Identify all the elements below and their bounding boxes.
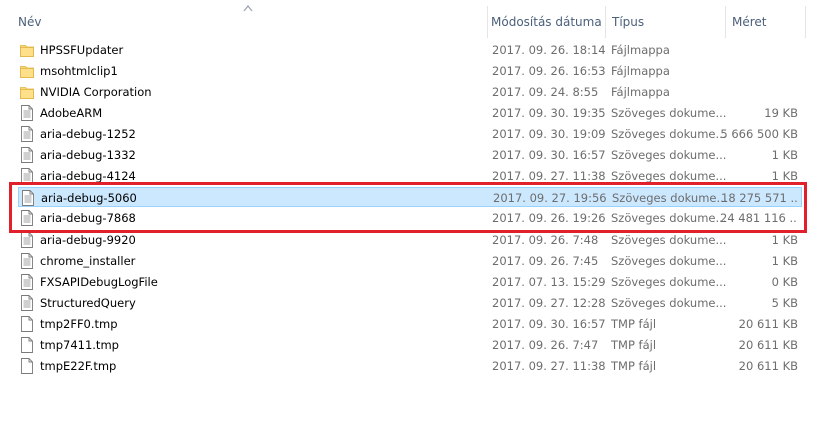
column-header-type-label: Típus xyxy=(612,15,645,29)
file-type: Szöveges dokume... xyxy=(611,233,726,247)
column-header-type[interactable]: Típus xyxy=(605,0,725,38)
column-header-size-label: Méret xyxy=(732,15,767,29)
file-type: Szöveges dokume... xyxy=(611,127,726,141)
blank-file-icon xyxy=(20,316,34,332)
column-header-bar: Név Módosítás dátuma Típus Méret xyxy=(0,0,820,38)
file-size: 20 611 KB xyxy=(738,338,798,352)
file-type: Szöveges dokume... xyxy=(611,148,726,162)
file-type: TMP fájl xyxy=(611,359,657,373)
folder-icon xyxy=(20,63,34,79)
file-row[interactable]: FXSAPIDebugLogFile 2017. 07. 13. 15:29 Szö… xyxy=(18,272,802,292)
file-modified-date: 2017. 09. 26. 7:48 xyxy=(492,233,599,247)
file-size: 1 KB xyxy=(771,233,798,247)
file-size xyxy=(720,40,798,60)
file-modified-date: 2017. 09. 26. 7:47 xyxy=(492,338,599,352)
file-row[interactable]: msohtmlclip1 2017. 09. 26. 16:53 Fájlmappa xyxy=(18,61,802,81)
column-divider[interactable] xyxy=(805,6,806,38)
text-file-icon xyxy=(20,126,34,142)
file-modified-date: 2017. 09. 26. 7:45 xyxy=(492,254,599,268)
file-type: Fájlmappa xyxy=(611,85,670,99)
text-file-icon xyxy=(20,105,34,121)
file-name: AdobeARM xyxy=(40,106,103,120)
file-row[interactable]: chrome_installer 2017. 09. 26. 7:45 Szöveg… xyxy=(18,251,802,271)
file-name: NVIDIA Corporation xyxy=(40,85,152,99)
file-size: 0 KB xyxy=(771,275,798,289)
file-type: Szöveges dokume... xyxy=(611,275,726,289)
annotation-highlight-box xyxy=(9,182,807,233)
file-name: tmp7411.tmp xyxy=(40,338,119,352)
file-size: 1 KB xyxy=(771,254,798,268)
file-modified-date: 2017. 09. 27. 11:38 xyxy=(492,359,606,373)
file-name: chrome_installer xyxy=(40,254,136,268)
file-modified-date: 2017. 09. 24. 8:55 xyxy=(492,85,599,99)
file-modified-date: 2017. 09. 30. 19:35 xyxy=(492,106,606,120)
file-type: TMP fájl xyxy=(611,317,657,331)
file-size: 5 KB xyxy=(771,296,798,310)
file-type: Fájlmappa xyxy=(611,43,670,57)
file-size: 20 611 KB xyxy=(738,359,798,373)
column-header-modified-label: Módosítás dátuma xyxy=(491,15,602,29)
file-name: aria-debug-1332 xyxy=(40,148,136,162)
file-name: HPSSFUpdater xyxy=(40,43,124,57)
file-row[interactable]: StructuredQuery 2017. 09. 27. 12:28 Szöveg… xyxy=(18,293,802,313)
file-modified-date: 2017. 09. 26. 18:14 xyxy=(492,43,606,57)
file-name: aria-debug-9920 xyxy=(40,233,136,247)
column-header-size[interactable]: Méret xyxy=(725,0,805,38)
file-name: aria-debug-1252 xyxy=(40,127,136,141)
sort-ascending-icon xyxy=(243,5,253,12)
file-type: Szöveges dokume... xyxy=(611,106,726,120)
file-type: Fájlmappa xyxy=(611,64,670,78)
file-modified-date: 2017. 09. 30. 16:57 xyxy=(492,148,606,162)
file-name: FXSAPIDebugLogFile xyxy=(40,275,158,289)
file-row[interactable]: HPSSFUpdater 2017. 09. 26. 18:14 Fájlmappa xyxy=(18,40,802,60)
folder-icon xyxy=(20,84,34,100)
file-name: tmp2FF0.tmp xyxy=(40,317,118,331)
text-file-icon xyxy=(20,253,34,269)
file-size: 19 KB xyxy=(764,106,798,120)
column-header-name-label: Név xyxy=(18,15,42,29)
text-file-icon xyxy=(20,232,34,248)
text-file-icon xyxy=(20,147,34,163)
file-size xyxy=(720,82,798,102)
file-size: 20 611 KB xyxy=(738,317,798,331)
text-file-icon xyxy=(20,274,34,290)
file-size xyxy=(720,61,798,81)
file-name: tmpE22F.tmp xyxy=(40,359,117,373)
file-row[interactable]: aria-debug-1252 2017. 09. 30. 19:09 Szöveg… xyxy=(18,124,802,144)
folder-icon xyxy=(20,42,34,58)
text-file-icon xyxy=(20,295,34,311)
file-type: TMP fájl xyxy=(611,338,657,352)
file-size: 1 KB xyxy=(771,148,798,162)
column-header-modified[interactable]: Módosítás dátuma xyxy=(484,0,605,38)
file-name: StructuredQuery xyxy=(40,296,136,310)
file-row[interactable]: tmpE22F.tmp 2017. 09. 27. 11:38 TMP fájl 20… xyxy=(18,356,802,376)
file-modified-date: 2017. 07. 13. 15:29 xyxy=(492,275,606,289)
file-type: Szöveges dokume... xyxy=(611,296,726,310)
file-modified-date: 2017. 09. 30. 16:57 xyxy=(492,317,606,331)
file-name: msohtmlclip1 xyxy=(40,64,118,78)
file-modified-date: 2017. 09. 30. 19:09 xyxy=(492,127,606,141)
file-row[interactable]: tmp7411.tmp 2017. 09. 26. 7:47 TMP fájl 20 … xyxy=(18,335,802,355)
file-row[interactable]: tmp2FF0.tmp 2017. 09. 30. 16:57 TMP fájl 20… xyxy=(18,314,802,334)
file-row[interactable]: aria-debug-9920 2017. 09. 26. 7:48 Szövege… xyxy=(18,230,802,250)
blank-file-icon xyxy=(20,337,34,353)
file-row[interactable]: AdobeARM 2017. 09. 30. 19:35 Szöveges doku… xyxy=(18,103,802,123)
blank-file-icon xyxy=(20,358,34,374)
file-row[interactable]: NVIDIA Corporation 2017. 09. 24. 8:55 Fájl… xyxy=(18,82,802,102)
file-type: Szöveges dokume... xyxy=(611,254,726,268)
file-size: 5 666 500 KB xyxy=(720,127,798,141)
file-row[interactable]: aria-debug-1332 2017. 09. 30. 16:57 Szöveg… xyxy=(18,145,802,165)
file-modified-date: 2017. 09. 26. 16:53 xyxy=(492,64,606,78)
file-modified-date: 2017. 09. 27. 12:28 xyxy=(492,296,606,310)
